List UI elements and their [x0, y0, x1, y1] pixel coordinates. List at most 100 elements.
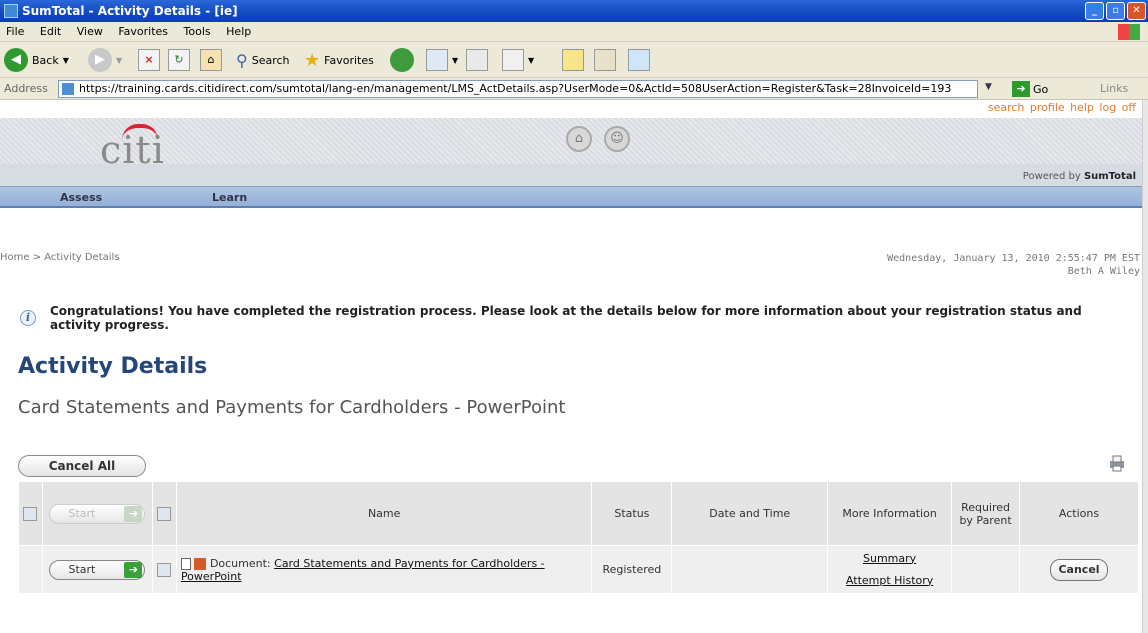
address-label: Address: [4, 82, 48, 95]
header-start: Start ➔: [41, 481, 153, 546]
home-icon: ⌂: [200, 49, 222, 71]
cell-start: Start ➔: [41, 545, 153, 594]
vertical-scrollbar[interactable]: [1142, 100, 1148, 633]
nav-learn[interactable]: Learn: [212, 191, 247, 204]
star-icon: ★: [304, 49, 321, 71]
cancel-all-button[interactable]: Cancel All: [18, 455, 146, 477]
back-label: Back: [32, 53, 59, 67]
current-datetime: Wednesday, January 13, 2010 2:55:47 PM E…: [887, 253, 1140, 264]
browser-toolbar: ◀ Back ▼ ▶ ▼ × ↻ ⌂ ⚲ Search ★ Favorites …: [0, 42, 1148, 78]
discuss-button[interactable]: [562, 48, 584, 72]
cell-actions: Cancel: [1019, 545, 1139, 594]
toplink-help[interactable]: help: [1070, 101, 1094, 114]
chevron-down-icon: ▼: [528, 55, 535, 65]
menu-tools[interactable]: Tools: [178, 22, 217, 38]
menu-bar: File Edit View Favorites Tools Help: [0, 22, 1148, 42]
select-icon[interactable]: [157, 506, 172, 521]
cell-more-info: Summary Attempt History: [827, 545, 953, 594]
info-icon: i: [20, 310, 36, 326]
header-more-info: More Information: [827, 481, 953, 546]
document-icon: [180, 557, 191, 570]
cell-datetime: [671, 545, 829, 594]
edit-icon: [502, 49, 524, 71]
notice-text: Congratulations! You have completed the …: [50, 304, 1082, 332]
main-nav: Assess Learn: [0, 186, 1148, 208]
go-arrow-icon: ➔: [124, 561, 143, 578]
print-button[interactable]: [466, 48, 488, 72]
menu-help[interactable]: Help: [220, 22, 257, 38]
attempt-history-link[interactable]: Attempt History: [829, 570, 950, 592]
cell-expand: [18, 545, 43, 594]
breadcrumb[interactable]: Home > Activity Details: [0, 252, 120, 263]
header-name: Name: [175, 481, 593, 546]
back-button[interactable]: ◀ Back ▼: [4, 48, 69, 72]
datetime-block: Wednesday, January 13, 2010 2:55:47 PM E…: [887, 252, 1140, 278]
edit-button[interactable]: ▼: [502, 48, 534, 72]
start-all-label: Start: [68, 507, 96, 520]
activity-table: Start ➔ Name Status Date and Time More In…: [18, 481, 1139, 594]
menu-view[interactable]: View: [71, 22, 109, 38]
toplink-search[interactable]: search: [988, 101, 1025, 114]
menu-favorites[interactable]: Favorites: [112, 22, 174, 38]
header-actions: Actions: [1019, 481, 1139, 546]
user-icon[interactable]: ☺: [604, 126, 630, 152]
menu-file[interactable]: File: [0, 22, 30, 38]
search-button[interactable]: ⚲ Search: [236, 48, 290, 72]
toplink-profile[interactable]: profile: [1030, 101, 1065, 114]
messenger-button[interactable]: [628, 48, 650, 72]
close-button[interactable]: ✕: [1127, 2, 1146, 20]
start-all-button: Start ➔: [49, 503, 146, 524]
header-status: Status: [591, 481, 673, 546]
start-label: Start: [68, 563, 96, 576]
refresh-button[interactable]: ↻: [168, 48, 190, 72]
toplink-logoff[interactable]: log off: [1099, 101, 1136, 114]
home-button[interactable]: ⌂: [200, 48, 222, 72]
select-icon[interactable]: [157, 562, 172, 577]
windows-flag-icon: [1118, 24, 1140, 40]
go-label: Go: [1033, 82, 1049, 96]
chevron-down-icon: ▼: [116, 55, 123, 65]
go-button[interactable]: ➔ Go: [1012, 80, 1048, 98]
registration-notice: i Congratulations! You have completed th…: [20, 304, 1130, 332]
page-title: Activity Details: [18, 354, 208, 379]
header-required: Required by Parent: [951, 481, 1021, 546]
favorites-label: Favorites: [324, 53, 374, 67]
cell-name: Document: Card Statements and Payments f…: [175, 545, 593, 594]
minimize-button[interactable]: _: [1085, 2, 1104, 20]
links-button[interactable]: Links: [1100, 82, 1128, 95]
chevron-down-icon: ▼: [452, 55, 459, 65]
search-icon: ⚲: [236, 50, 248, 70]
mail-button[interactable]: ▼: [426, 48, 458, 72]
stop-icon: ×: [138, 49, 160, 71]
menu-edit[interactable]: Edit: [34, 22, 67, 38]
cell-status: Registered: [591, 545, 673, 594]
page-icon: [62, 83, 74, 95]
window-titlebar: SumTotal - Activity Details - [ie] _ ▫ ✕: [0, 0, 1148, 22]
favorites-button[interactable]: ★ Favorites: [304, 48, 374, 72]
address-bar: Address https://training.cards.citidirec…: [0, 78, 1148, 100]
note-icon: [562, 49, 584, 71]
address-dropdown-icon[interactable]: ▼: [985, 82, 992, 92]
table-header-row: Start ➔ Name Status Date and Time More In…: [18, 481, 1139, 546]
search-label: Search: [251, 53, 290, 67]
url-field[interactable]: https://training.cards.citidirect.com/su…: [58, 80, 978, 98]
book-icon: [594, 49, 616, 71]
maximize-button[interactable]: ▫: [1106, 2, 1125, 20]
start-button[interactable]: Start ➔: [49, 559, 146, 580]
cancel-button[interactable]: Cancel: [1050, 558, 1109, 581]
stop-button[interactable]: ×: [138, 48, 160, 72]
history-button[interactable]: [390, 48, 414, 72]
nav-assess[interactable]: Assess: [60, 191, 102, 204]
chevron-down-icon: ▼: [62, 55, 69, 65]
powered-brand: SumTotal: [1083, 171, 1136, 182]
expand-icon[interactable]: [23, 506, 38, 521]
printer-icon[interactable]: [1108, 454, 1126, 472]
summary-link[interactable]: Summary: [829, 548, 950, 570]
ie-icon: [4, 4, 18, 18]
home-icon[interactable]: ⌂: [566, 126, 592, 152]
research-button[interactable]: [594, 48, 616, 72]
go-arrow-icon: ➔: [1012, 81, 1030, 97]
forward-button[interactable]: ▶ ▼: [88, 48, 122, 72]
go-arrow-icon: ➔: [124, 505, 143, 522]
user-name: Beth A Wiley: [1067, 266, 1140, 277]
